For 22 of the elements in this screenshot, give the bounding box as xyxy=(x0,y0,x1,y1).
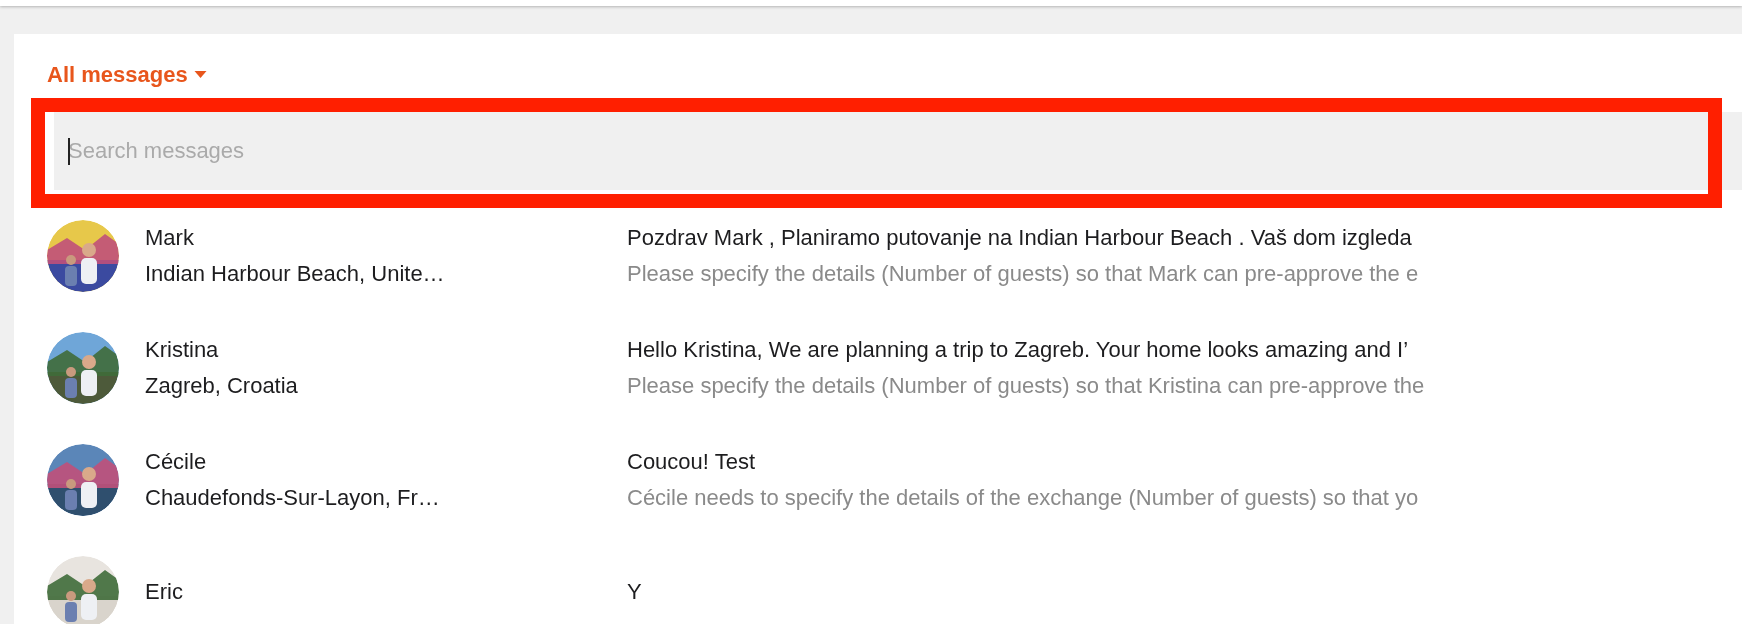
contact-location: Chaudefonds-Sur-Layon, Fr… xyxy=(145,484,441,512)
message-preview: Cécile needs to specify the details of the exchange (Number of guests) so that yo xyxy=(627,484,1419,512)
filter-dropdown[interactable]: All messages xyxy=(47,60,207,90)
message-preview: Please specify the details (Number of guests) so that Kristina can pre-approve the xyxy=(627,372,1425,400)
text-cursor xyxy=(68,138,70,165)
contact-location: Zagreb, Croatia xyxy=(145,372,299,400)
message-text: Hello Kristina, We are planning a trip to Zagreb. Your home looks amazing and I’ xyxy=(627,336,1410,364)
message-text: Coucou! Test xyxy=(627,448,756,476)
contact-name: Kristina xyxy=(145,336,220,364)
contact-name: Cécile xyxy=(145,448,208,476)
message-preview: Please specify the details (Number of guests) so that Mark can pre-approve the e xyxy=(627,260,1419,288)
conversation-row[interactable]: Cécile Chaudefonds-Sur-Layon, Fr… Coucou! Test Cécile needs to specify the details of the exchange (Number of guests) so that yo xyxy=(47,424,1742,536)
contact-location: Indian Harbour Beach, Unite… xyxy=(145,260,446,288)
search-field[interactable]: Search messages xyxy=(54,112,1742,190)
message-text: Pozdrav Mark , Planiramo putovanje na Indian Harbour Beach . Vaš dom izgleda xyxy=(627,224,1413,252)
contact-name: Mark xyxy=(145,224,195,252)
conversation-row[interactable]: Mark Indian Harbour Beach, Unite… Pozdrav Mark , Planiramo putovanje na Indian Harbour Beach . Vaš dom izgleda Please specify the details (Number of guests) so that Mark can pre-approve the e xyxy=(47,200,1742,312)
message-text: Y xyxy=(627,578,642,606)
contact-name: Eric xyxy=(145,578,184,606)
caret-icon xyxy=(193,71,207,79)
conversation-row[interactable]: Kristina Zagreb, Croatia Hello Kristina, We are planning a trip to Zagreb. Your home looks amazing and I’ Please specify the details (Number of guests) so that Kristina can pre-approve the xyxy=(47,312,1742,424)
conversation-row[interactable]: Eric Y xyxy=(47,536,1742,624)
